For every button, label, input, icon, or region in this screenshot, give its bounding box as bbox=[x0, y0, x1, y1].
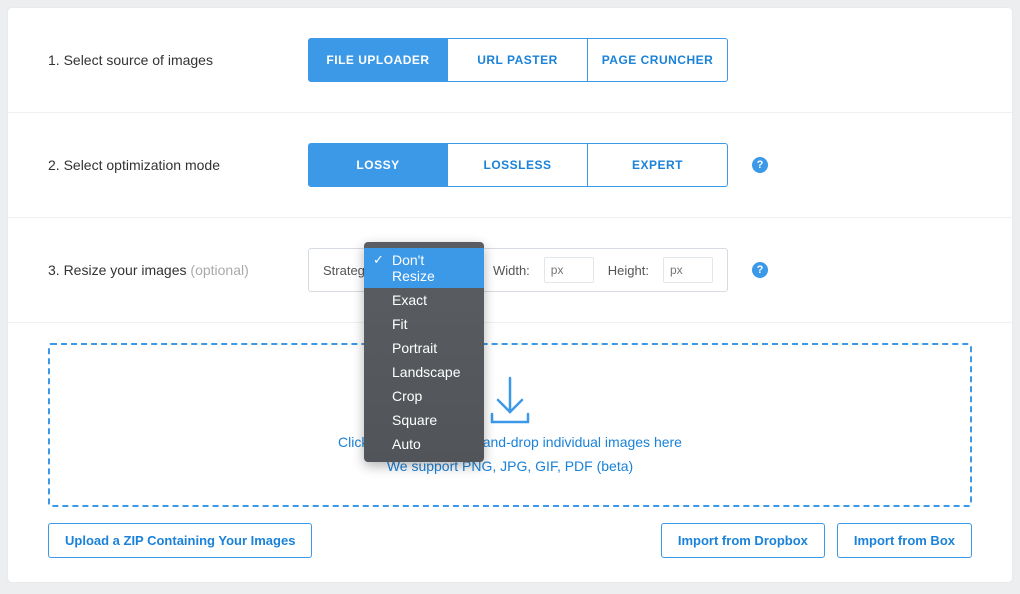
height-label: Height: bbox=[608, 263, 649, 278]
tab-lossy[interactable]: LOSSY bbox=[308, 143, 448, 187]
action-buttons: Upload a ZIP Containing Your Images Impo… bbox=[48, 523, 972, 558]
dropdown-option-fit[interactable]: Fit bbox=[364, 312, 484, 336]
section-resize: 3. Resize your images (optional) Strateg… bbox=[8, 218, 1012, 323]
strategy-dropdown[interactable]: Don't Resize Exact Fit Portrait Landscap… bbox=[364, 242, 484, 462]
section-source: 1. Select source of images FILE UPLOADER… bbox=[8, 8, 1012, 113]
height-input[interactable] bbox=[663, 257, 713, 283]
tab-file-uploader[interactable]: FILE UPLOADER bbox=[308, 38, 448, 82]
dropdown-option-auto[interactable]: Auto bbox=[364, 432, 484, 456]
section-mode: 2. Select optimization mode LOSSY LOSSLE… bbox=[8, 113, 1012, 218]
source-tabs: FILE UPLOADER URL PASTER PAGE CRUNCHER bbox=[308, 38, 728, 82]
dropdown-option-dont-resize[interactable]: Don't Resize bbox=[364, 248, 484, 288]
download-icon bbox=[488, 376, 532, 426]
upload-area: Click to upload or drag-and-drop individ… bbox=[8, 323, 1012, 582]
width-label: Width: bbox=[493, 263, 530, 278]
optional-text: (optional) bbox=[190, 262, 248, 278]
dropzone[interactable]: Click to upload or drag-and-drop individ… bbox=[48, 343, 972, 507]
dropdown-option-crop[interactable]: Crop bbox=[364, 384, 484, 408]
dropdown-option-landscape[interactable]: Landscape bbox=[364, 360, 484, 384]
tab-url-paster[interactable]: URL PASTER bbox=[448, 38, 588, 82]
dropdown-option-exact[interactable]: Exact bbox=[364, 288, 484, 312]
help-icon[interactable]: ? bbox=[752, 157, 768, 173]
tab-lossless[interactable]: LOSSLESS bbox=[448, 143, 588, 187]
upload-zip-button[interactable]: Upload a ZIP Containing Your Images bbox=[48, 523, 312, 558]
width-input[interactable] bbox=[544, 257, 594, 283]
import-box-button[interactable]: Import from Box bbox=[837, 523, 972, 558]
resize-label-text: 3. Resize your images bbox=[48, 262, 190, 278]
dropdown-option-portrait[interactable]: Portrait bbox=[364, 336, 484, 360]
help-icon[interactable]: ? bbox=[752, 262, 768, 278]
mode-tabs: LOSSY LOSSLESS EXPERT bbox=[308, 143, 728, 187]
section-resize-label: 3. Resize your images (optional) bbox=[48, 262, 308, 278]
tab-expert[interactable]: EXPERT bbox=[588, 143, 728, 187]
import-dropbox-button[interactable]: Import from Dropbox bbox=[661, 523, 825, 558]
section-source-label: 1. Select source of images bbox=[48, 52, 308, 68]
section-mode-label: 2. Select optimization mode bbox=[48, 157, 308, 173]
main-card: 1. Select source of images FILE UPLOADER… bbox=[8, 8, 1012, 582]
tab-page-cruncher[interactable]: PAGE CRUNCHER bbox=[588, 38, 728, 82]
dropdown-option-square[interactable]: Square bbox=[364, 408, 484, 432]
